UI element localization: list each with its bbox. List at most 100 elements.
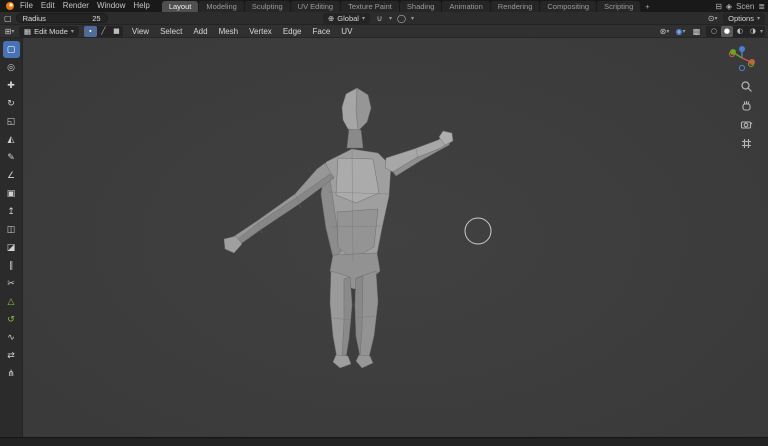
- tab-modeling[interactable]: Modeling: [199, 1, 244, 12]
- menu-view[interactable]: View: [128, 27, 153, 36]
- tool-bevel[interactable]: ◪: [3, 239, 20, 256]
- shading-rendered-button[interactable]: ◑: [747, 26, 759, 37]
- tool-inset-faces[interactable]: ◫: [3, 221, 20, 238]
- active-tool-icon[interactable]: ▢: [4, 14, 12, 23]
- menu-select[interactable]: Select: [156, 27, 186, 36]
- scene-icon: ◈: [725, 1, 733, 11]
- menu-edit[interactable]: Edit: [37, 0, 59, 12]
- chevron-down-icon: ▾: [11, 27, 15, 35]
- menu-vertex[interactable]: Vertex: [245, 27, 276, 36]
- gizmo-icon: ⊛: [659, 27, 667, 36]
- tool-measure[interactable]: ∠: [3, 167, 20, 184]
- chevron-down-icon: ▾: [682, 28, 686, 35]
- tab-scripting[interactable]: Scripting: [597, 1, 641, 12]
- tool-move[interactable]: ✚: [3, 77, 20, 94]
- transform-orientation-dropdown[interactable]: ⊕ Global ▾: [323, 13, 370, 24]
- chevron-down-icon: ▾: [756, 15, 760, 22]
- xray-icon: ▩: [692, 27, 701, 36]
- tab-uv-editing[interactable]: UV Editing: [290, 1, 341, 12]
- shading-solid-button[interactable]: ●: [720, 26, 733, 37]
- show-gizmos-toggle[interactable]: ⊛ ▾: [658, 26, 671, 37]
- tool-annotate[interactable]: ✎: [3, 149, 20, 166]
- view-navigation-controls: [740, 80, 753, 150]
- tool-smooth[interactable]: ∿: [3, 329, 20, 346]
- menu-help[interactable]: Help: [129, 0, 153, 12]
- menu-mesh[interactable]: Mesh: [215, 27, 243, 36]
- tool-rip-region[interactable]: ⋔: [3, 365, 20, 382]
- tool-loop-cut[interactable]: ∥: [3, 257, 20, 274]
- tool-rotate[interactable]: ↻: [3, 95, 20, 112]
- add-workspace-button[interactable]: +: [641, 1, 653, 12]
- viewport-header: ⊞ ▾ ▦ Edit Mode ▾ ∙ ╱ ■ View Select Add …: [0, 25, 768, 38]
- viewport-3d[interactable]: ▢ ◎ ✚ ↻ ◱ ◭ ✎ ∠ ▣ ↥ ◫ ◪ ∥ ✂ △ ↺ ∿ ⇄ ⋔: [0, 38, 768, 437]
- tool-poly-build[interactable]: △: [3, 293, 20, 310]
- menu-window[interactable]: Window: [93, 0, 129, 12]
- tool-edge-slide[interactable]: ⇄: [3, 347, 20, 364]
- tab-rendering[interactable]: Rendering: [490, 1, 540, 12]
- tool-transform[interactable]: ◭: [3, 131, 20, 148]
- mode-label: Edit Mode: [34, 26, 68, 36]
- chevron-down-icon: ▾: [666, 28, 670, 35]
- menu-render[interactable]: Render: [59, 0, 93, 12]
- options-dropdown[interactable]: Options ▾: [723, 13, 765, 24]
- tab-sculpting[interactable]: Sculpting: [244, 1, 290, 12]
- chevron-down-icon: ▾: [714, 15, 718, 22]
- navigation-gizmo[interactable]: [728, 44, 756, 77]
- tool-extrude-region[interactable]: ↥: [3, 203, 20, 220]
- radius-label: Radius: [22, 13, 46, 23]
- pan-hand-icon[interactable]: [740, 99, 753, 112]
- ortho-toggle-icon[interactable]: [740, 137, 753, 150]
- blender-logo-icon[interactable]: [3, 0, 16, 12]
- snap-dropdown[interactable]: ▾: [389, 15, 392, 22]
- xray-toggle[interactable]: ▩: [690, 26, 703, 37]
- tab-animation[interactable]: Animation: [442, 1, 490, 12]
- tool-knife[interactable]: ✂: [3, 275, 20, 292]
- tool-scale[interactable]: ◱: [3, 113, 20, 130]
- topbar-right: ⊟ ◈ Scen ≣: [715, 2, 768, 11]
- orientation-label: Global: [337, 14, 359, 23]
- menu-add[interactable]: Add: [189, 27, 211, 36]
- editor-type-dropdown[interactable]: ⊞ ▾: [3, 26, 16, 37]
- overlays-icon: ◉: [675, 27, 683, 36]
- tool-spin[interactable]: ↺: [3, 311, 20, 328]
- tool-settings-right: ⊙ ▾ Options ▾: [706, 12, 765, 25]
- tab-shading[interactable]: Shading: [399, 1, 442, 12]
- chevron-down-icon: ▾: [361, 15, 365, 22]
- options-label: Options: [728, 14, 754, 23]
- scene-selector[interactable]: Scen: [736, 2, 754, 11]
- proportional-editing-toggle[interactable]: ◯: [395, 13, 408, 24]
- tab-compositing[interactable]: Compositing: [540, 1, 597, 12]
- face-select-button[interactable]: ■: [110, 26, 123, 37]
- screen-layout-icon[interactable]: ⊟: [715, 2, 722, 11]
- shading-mode-group: ○ ● ◐ ◑ ▾: [705, 26, 765, 37]
- shading-dropdown[interactable]: ▾: [760, 28, 763, 35]
- camera-view-icon[interactable]: [740, 118, 753, 131]
- proportional-falloff-dropdown[interactable]: ▾: [411, 15, 414, 22]
- menu-edge[interactable]: Edge: [279, 27, 306, 36]
- vertex-select-button[interactable]: ∙: [83, 25, 97, 37]
- radius-slider[interactable]: Radius 25: [15, 13, 108, 23]
- magnet-icon: ∪: [376, 14, 383, 23]
- tab-layout[interactable]: Layout: [161, 1, 199, 12]
- mode-dropdown[interactable]: ▦ Edit Mode ▾: [19, 25, 79, 37]
- shading-material-button[interactable]: ◐: [734, 26, 746, 37]
- view-layer-icon[interactable]: ≣: [758, 2, 765, 11]
- edge-select-button[interactable]: ╱: [97, 26, 110, 37]
- shading-wireframe-button[interactable]: ○: [708, 26, 720, 37]
- left-toolbar: ▢ ◎ ✚ ↻ ◱ ◭ ✎ ∠ ▣ ↥ ◫ ◪ ∥ ✂ △ ↺ ∿ ⇄ ⋔: [0, 38, 23, 437]
- zoom-icon[interactable]: [740, 80, 753, 93]
- menu-file[interactable]: File: [16, 0, 37, 12]
- tool-add-cube[interactable]: ▣: [3, 185, 20, 202]
- viewport-header-right: ⊛ ▾ ◉ ▾ ▩ ○ ● ◐ ◑ ▾: [658, 25, 765, 38]
- menu-uv[interactable]: UV: [337, 27, 356, 36]
- workspace-tabs: Layout Modeling Sculpting UV Editing Tex…: [161, 0, 654, 12]
- globe-icon: ⊕: [328, 14, 335, 23]
- menu-face[interactable]: Face: [309, 27, 335, 36]
- tool-cursor[interactable]: ◎: [3, 59, 20, 76]
- snap-toggle[interactable]: ∪: [373, 13, 386, 24]
- visibility-dropdown[interactable]: ⊙ ▾: [706, 13, 719, 24]
- low-poly-human: [223, 87, 454, 369]
- show-overlays-toggle[interactable]: ◉ ▾: [674, 26, 687, 37]
- tool-select-box[interactable]: ▢: [2, 41, 20, 58]
- tab-texture-paint[interactable]: Texture Paint: [341, 1, 399, 12]
